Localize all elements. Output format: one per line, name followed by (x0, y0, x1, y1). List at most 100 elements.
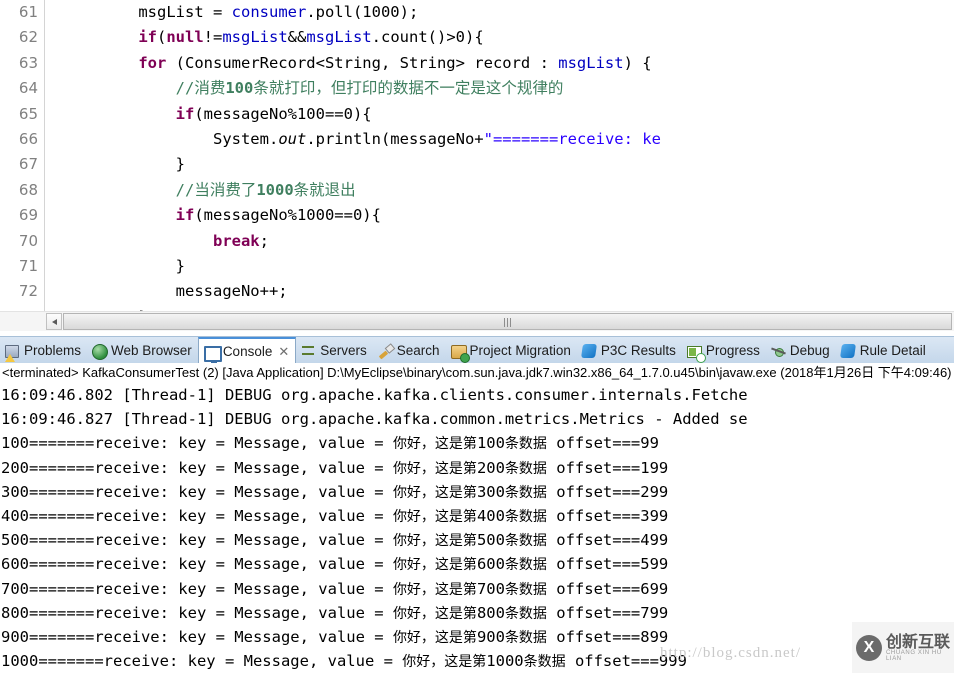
code-line[interactable]: } (45, 254, 954, 279)
code-token: } (175, 155, 185, 174)
code-token: msgList (222, 28, 288, 47)
console-text-run: offset===499 (546, 531, 669, 550)
console-text-run: 600 (476, 555, 505, 574)
migration-icon (450, 343, 470, 363)
line-number: 67 (18, 155, 38, 174)
tab-web-browser[interactable]: Web Browser (87, 337, 198, 364)
code-token: //当消费了 (175, 180, 257, 199)
line-number: 71 (18, 256, 38, 275)
console-text-run: offset===399 (546, 506, 669, 525)
console-text-run: 700=======receive: key = Message, value … (1, 579, 393, 598)
code-token: && (287, 28, 307, 47)
code-token: .println(messageNo+ (306, 129, 484, 148)
code-token: ; (259, 231, 269, 250)
tab-search[interactable]: Search (373, 337, 446, 364)
console-text-run: 条数据 (523, 654, 566, 671)
tab-progress[interactable]: Progress (682, 337, 766, 364)
scrollbar-thumb[interactable] (63, 313, 952, 330)
console-text-run: 400=======receive: key = Message, value … (1, 506, 393, 525)
progress-icon (686, 343, 706, 363)
code-editor[interactable]: 61626364656667686970717273 msgList = con… (0, 0, 954, 311)
console-text-run: 你好，这是第 (392, 484, 477, 501)
console-text-run: 你好，这是第 (392, 605, 477, 622)
close-icon[interactable]: ✕ (278, 344, 289, 360)
console-text-run: offset===99 (546, 434, 659, 453)
console-text-run: 100 (476, 434, 505, 453)
console-output-line: 300=======receive: key = Message, value … (0, 480, 954, 504)
code-line[interactable]: //当消费了1000条就退出 (45, 178, 954, 203)
line-number: 63 (18, 53, 38, 72)
tab-p3c-results[interactable]: P3C Results (577, 337, 682, 364)
console-text-run: 条数据 (504, 629, 547, 646)
code-line[interactable]: for (ConsumerRecord<String, String> reco… (45, 51, 954, 76)
tab-rule-detail[interactable]: Rule Detail (836, 337, 932, 364)
console-text-run: 条数据 (504, 605, 547, 622)
p3c-icon (839, 343, 856, 359)
console-text-run: 400 (476, 506, 505, 525)
console-output-line: 200=======receive: key = Message, value … (0, 456, 954, 480)
console-text-run: 条数据 (504, 460, 547, 477)
tab-label: Servers (320, 343, 367, 358)
tab-label: Progress (705, 343, 760, 358)
code-token: out (278, 129, 307, 148)
code-token: 条就打印，但打印的数据不一定是这个规律的 (253, 79, 564, 98)
code-line[interactable]: if(messageNo%1000==0){ (45, 203, 954, 228)
code-token: "=======receive: ke (483, 129, 661, 148)
code-line[interactable]: } (45, 152, 954, 177)
console-text-run: 你好，这是第 (392, 508, 477, 525)
console-output[interactable]: 16:09:46.802 [Thread-1] DEBUG org.apache… (0, 383, 954, 673)
console-text-run: 900=======receive: key = Message, value … (1, 627, 393, 646)
console-text-run: 条数据 (504, 581, 547, 598)
code-token: msgList (558, 53, 624, 72)
tab-problems[interactable]: Problems (0, 337, 87, 364)
console-text-run: 1000 (486, 652, 524, 671)
console-text-run: 你好，这是第 (392, 629, 477, 646)
console-view[interactable]: <terminated> KafkaConsumerTest (2) [Java… (0, 363, 954, 673)
console-output-line: 800=======receive: key = Message, value … (0, 601, 954, 625)
code-line[interactable]: //消费100条就打印，但打印的数据不一定是这个规律的 (45, 76, 954, 101)
console-text-run: 条数据 (504, 484, 547, 501)
code-line[interactable]: msgList = consumer.poll(1000); (45, 0, 954, 25)
code-token: if (138, 28, 157, 47)
line-number: 61 (18, 3, 38, 21)
console-text-run: 200=======receive: key = Message, value … (1, 458, 393, 477)
code-line[interactable]: System.out.println(messageNo+"=======rec… (45, 127, 954, 152)
code-text-area[interactable]: msgList = consumer.poll(1000); if(null!=… (45, 0, 954, 311)
console-text-run: 700 (476, 579, 505, 598)
globe-icon (91, 343, 109, 360)
tab-servers[interactable]: Servers (296, 337, 373, 364)
tab-label: Web Browser (111, 343, 192, 358)
console-output-line: 16:09:46.802 [Thread-1] DEBUG org.apache… (1, 386, 748, 404)
code-token: null (166, 28, 204, 47)
console-output-line: 400=======receive: key = Message, value … (0, 504, 954, 528)
console-output-line: 500=======receive: key = Message, value … (0, 528, 954, 552)
console-text-run: 条数据 (504, 436, 547, 453)
console-text-run: 条数据 (504, 557, 547, 574)
tab-label: Debug (789, 343, 830, 358)
code-line[interactable]: if(messageNo%100==0){ (45, 102, 954, 127)
tab-console[interactable]: Console ✕ (197, 337, 297, 365)
console-text-run: 条数据 (504, 533, 547, 550)
scroll-left-arrow-icon[interactable] (46, 313, 62, 330)
console-text-run: 900 (476, 627, 505, 646)
console-text-run: 300 (476, 482, 505, 501)
console-text-run: 500=======receive: key = Message, value … (1, 531, 393, 550)
tab-debug[interactable]: Debug (766, 337, 836, 364)
code-line[interactable]: if(null!=msgList&&msgList.count()>0){ (45, 25, 954, 50)
code-line[interactable]: break; (45, 229, 954, 254)
line-number: 72 (18, 282, 38, 301)
editor-horizontal-scrollbar[interactable] (0, 311, 954, 332)
console-text-run: 你好，这是第 (392, 533, 477, 550)
tab-project-migration[interactable]: Project Migration (446, 337, 577, 364)
code-token: 1000 (256, 180, 294, 199)
code-token: for (138, 53, 167, 72)
console-text-run: offset===999 (565, 652, 687, 671)
code-token: (messageNo%1000==0){ (194, 206, 381, 225)
console-output-line: 700=======receive: key = Message, value … (0, 577, 954, 601)
code-line[interactable]: messageNo++; (45, 279, 954, 304)
console-text-run: 300=======receive: key = Message, value … (1, 482, 393, 501)
console-text-run: 你好，这是第 (392, 460, 477, 477)
scrollbar-grip-icon (503, 318, 513, 327)
code-token: break (212, 231, 260, 250)
console-text-run: 你好，这是第 (392, 436, 477, 453)
